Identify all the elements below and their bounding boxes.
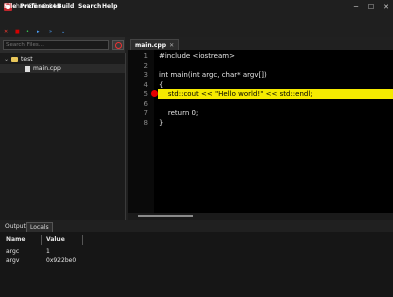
line-number: 8 (143, 118, 148, 127)
toolbar (0, 27, 393, 37)
step-over-icon[interactable]: » (49, 29, 52, 35)
cancel-build-icon[interactable]: ✕ (4, 29, 8, 35)
code-line: return 0; (159, 109, 199, 117)
breakpoint-icon[interactable] (151, 90, 158, 97)
local-value: 0x922be0 (46, 257, 77, 264)
run-icon[interactable]: • (26, 29, 29, 35)
stop-icon[interactable]: ■ (15, 29, 20, 35)
column-divider[interactable] (41, 235, 42, 245)
search-icon (115, 42, 122, 49)
menu-search[interactable]: Search (78, 3, 101, 10)
code-line: int main(int argc, char* argv[]) (159, 71, 267, 79)
line-number: 1 (143, 52, 148, 60)
code-line-highlighted: std::cout << "Hello world!" << std::endl… (159, 90, 313, 98)
menu-file[interactable]: File (4, 3, 16, 10)
line-number: 4 (143, 80, 148, 89)
column-divider[interactable] (82, 235, 83, 245)
tree-item-test[interactable]: ⌄ test (0, 55, 125, 64)
close-button[interactable]: ✕ (381, 2, 391, 12)
horizontal-scrollbar[interactable] (138, 215, 193, 217)
local-value: 1 (46, 248, 50, 255)
menu-build[interactable]: Build (57, 3, 74, 10)
file-icon (25, 65, 30, 72)
menu-preferences[interactable]: Preferences (20, 3, 61, 10)
tab-output[interactable]: Output (2, 222, 29, 232)
search-button[interactable] (112, 40, 124, 50)
column-header-name[interactable]: Name (6, 236, 25, 243)
line-number: 7 (143, 109, 148, 117)
maximize-button[interactable]: ☐ (366, 2, 376, 12)
local-name: argv (6, 257, 20, 264)
line-number: 5 (143, 90, 148, 98)
step-into-icon[interactable]: ⌄ (61, 29, 65, 35)
code-line: #include <iostream> (159, 52, 235, 60)
step-icon[interactable]: ▸ (37, 29, 40, 35)
line-number: 3 (143, 71, 148, 79)
bottom-tab-bar (0, 221, 393, 232)
file-search-input[interactable] (3, 40, 109, 50)
tree-item-main-cpp[interactable]: main.cpp (0, 64, 125, 73)
file-tree: ⌄ test main.cpp (0, 53, 126, 220)
minimize-button[interactable]: ─ (351, 2, 361, 12)
column-header-value[interactable]: Value (46, 236, 65, 243)
line-number: 2 (143, 61, 148, 70)
line-number: 6 (143, 99, 148, 108)
menu-help[interactable]: Help (102, 3, 117, 10)
collapse-icon[interactable]: ⌄ (4, 56, 9, 63)
tree-item-label: main.cpp (33, 65, 61, 72)
menu-bar (0, 14, 393, 27)
line-numbers: 1 2 3 4 5 6 7 8 (128, 52, 148, 128)
code-line: { (159, 80, 164, 89)
tree-item-label: test (21, 56, 33, 63)
code-lines: #include <iostream> int main(int argc, c… (159, 52, 313, 128)
local-name: argc (6, 248, 20, 255)
tab-label: main.cpp (135, 42, 167, 49)
folder-icon (11, 57, 19, 62)
code-line: } (159, 118, 164, 127)
close-tab-icon[interactable]: ✕ (169, 42, 174, 49)
